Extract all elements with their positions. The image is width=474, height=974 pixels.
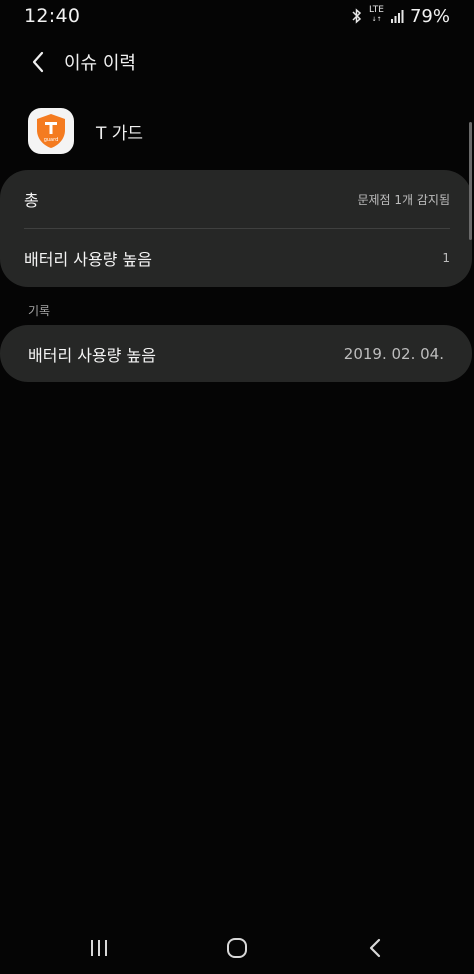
- history-item-date: 2019. 02. 04.: [343, 344, 444, 363]
- recent-apps-icon: [91, 940, 107, 956]
- recent-apps-button[interactable]: [59, 926, 139, 970]
- history-item-title: 배터리 사용량 높음: [28, 345, 156, 365]
- summary-card: 총 문제점 1개 감지됨 배터리 사용량 높음 1: [0, 170, 472, 287]
- issue-count: 1: [442, 251, 450, 265]
- status-time: 12:40: [24, 5, 81, 27]
- app-icon: guard: [28, 108, 74, 154]
- app-header: 이슈 이력: [0, 42, 474, 82]
- page-title: 이슈 이력: [64, 53, 136, 74]
- bluetooth-icon: [352, 8, 362, 24]
- total-row: 총 문제점 1개 감지됨: [24, 170, 450, 228]
- issue-label: 배터리 사용량 높음: [24, 250, 152, 269]
- status-bar: 12:40 LTE ↓↑ 79%: [0, 0, 474, 32]
- total-value: 문제점 1개 감지됨: [357, 192, 450, 207]
- app-icon-label: guard: [44, 137, 59, 143]
- navigation-bar: [0, 922, 474, 974]
- network-indicator: LTE ↓↑: [369, 6, 384, 24]
- total-label: 총: [24, 191, 39, 210]
- battery-level: 79%: [409, 5, 450, 27]
- status-icons: LTE ↓↑ 79%: [351, 6, 450, 27]
- back-button[interactable]: [14, 42, 62, 82]
- issue-row[interactable]: 배터리 사용량 높음 1: [24, 229, 450, 287]
- guard-shield-icon: guard: [37, 114, 65, 148]
- signal-icon: [390, 10, 404, 23]
- history-section-label: 기록: [28, 304, 51, 318]
- back-icon: [369, 938, 381, 958]
- home-button[interactable]: [197, 926, 277, 970]
- back-nav-button[interactable]: [335, 926, 415, 970]
- scrollbar[interactable]: [469, 122, 472, 240]
- history-item[interactable]: 배터리 사용량 높음 2019. 02. 04.: [0, 325, 472, 382]
- app-info: guard T 가드: [28, 108, 143, 154]
- app-name: T 가드: [96, 123, 144, 144]
- network-arrows: ↓↑: [371, 16, 382, 23]
- chevron-left-icon: [32, 51, 44, 73]
- home-icon: [227, 938, 247, 958]
- screen: 12:40 LTE ↓↑ 79% 이슈 이력 guard T 가드 총 문제점 …: [0, 0, 474, 974]
- network-type: LTE: [369, 5, 384, 15]
